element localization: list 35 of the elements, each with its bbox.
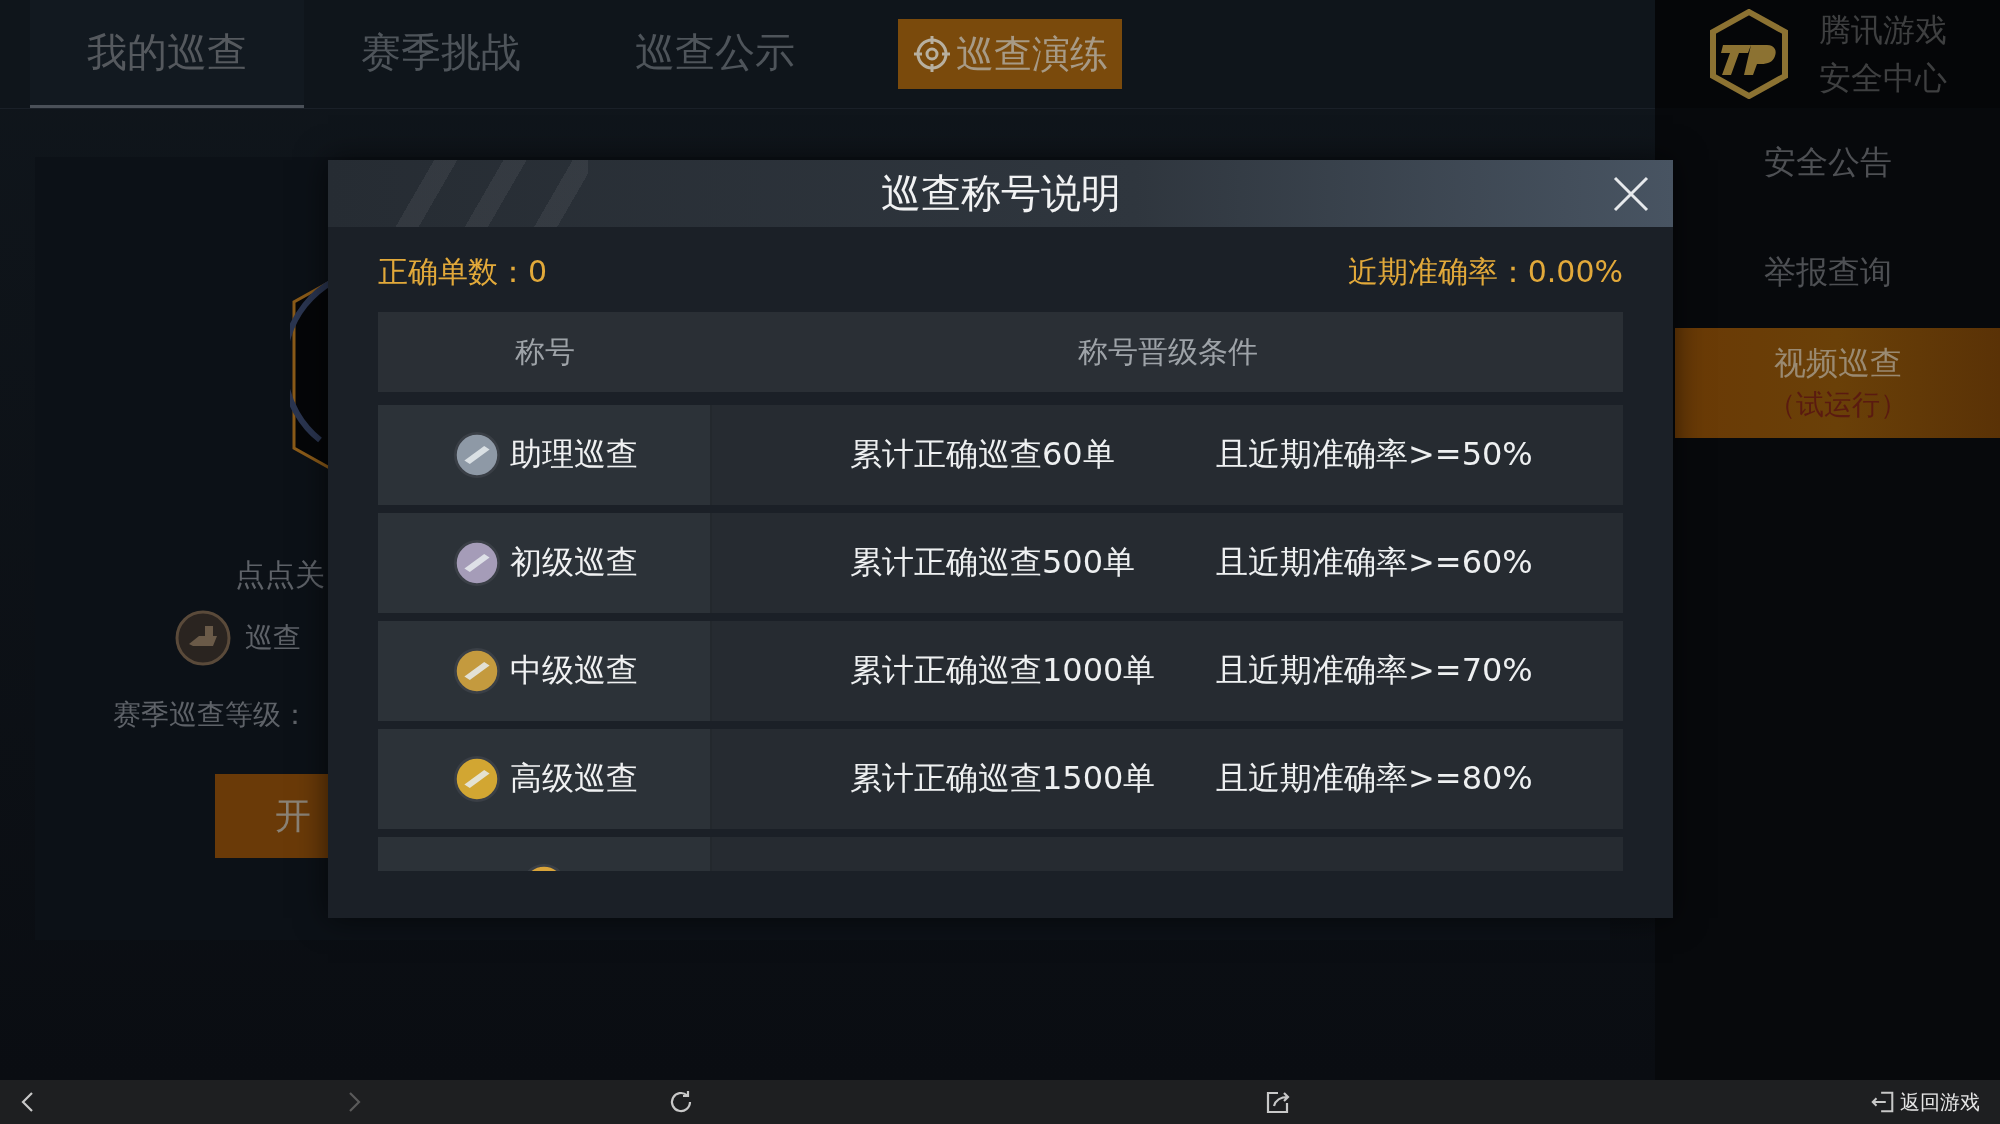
sidebar-item-label: 安全公告 bbox=[1763, 142, 1892, 183]
practice-button[interactable]: 巡查演练 bbox=[898, 19, 1122, 89]
accuracy-condition: 且近期准确率>=50% bbox=[1216, 434, 1533, 475]
rank-title: 初级巡查 bbox=[510, 542, 638, 583]
logo-text: 安全中心 bbox=[1818, 58, 1947, 99]
accuracy-condition: 且近期准确率>=60% bbox=[1216, 542, 1533, 583]
follow-text: 点点关 bbox=[235, 556, 325, 594]
return-game-button[interactable]: 返回游戏 bbox=[1870, 1086, 1980, 1118]
accuracy-condition: 且近期准确率>=80% bbox=[1216, 758, 1533, 799]
medal-icon bbox=[175, 610, 231, 666]
close-icon[interactable] bbox=[1611, 174, 1651, 214]
count-condition: 累计正确巡查1500单 bbox=[850, 758, 1157, 799]
dialog-title: 巡查称号说明 bbox=[880, 169, 1121, 218]
count-condition: 累计正确巡查500单 bbox=[850, 542, 1137, 583]
count-condition: 累计正确巡查60单 bbox=[850, 434, 1116, 475]
rank-title: 中级巡查 bbox=[510, 650, 638, 691]
tab[interactable]: 我的巡查 bbox=[30, 0, 304, 108]
rank-title: 高级巡查 bbox=[510, 758, 638, 799]
logo-icon bbox=[1708, 9, 1789, 99]
tab[interactable]: 巡查公示 bbox=[578, 0, 852, 108]
patrol-text: 巡查 bbox=[245, 620, 301, 656]
column-header: 称号 bbox=[514, 332, 576, 371]
correct-count: 正确单数：0 bbox=[378, 252, 548, 291]
logo-text: 腾讯游戏 bbox=[1818, 10, 1947, 51]
sidebar-item-label: 举报查询 bbox=[1763, 252, 1892, 293]
sidebar-item-label: 视频巡查 bbox=[1773, 343, 1902, 384]
exit-icon bbox=[1870, 1089, 1896, 1115]
rank-title: 助理巡查 bbox=[510, 434, 638, 475]
column-header: 称号晋级条件 bbox=[1076, 332, 1259, 371]
accuracy-rate: 近期准确率：0.00% bbox=[1347, 252, 1623, 291]
accuracy-condition: 且近期准确率>=70% bbox=[1216, 650, 1533, 691]
crosshair-icon bbox=[912, 34, 952, 74]
count-condition: 累计正确巡查1000单 bbox=[850, 650, 1157, 691]
season-level-label: 赛季巡查等级： bbox=[113, 697, 309, 733]
tab[interactable]: 赛季挑战 bbox=[304, 0, 578, 108]
